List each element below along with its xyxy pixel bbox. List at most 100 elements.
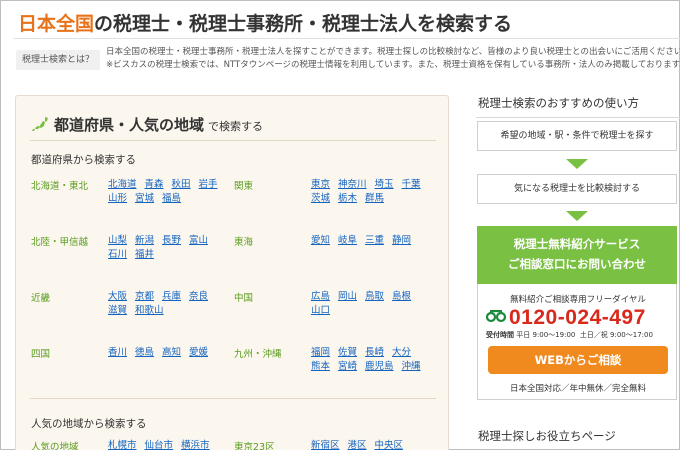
page-title: 日本全国の税理士・税理士事務所・税理士法人を検索する xyxy=(18,9,512,36)
prefecture-link[interactable]: 兵庫 xyxy=(162,291,181,302)
title-accent: 日本全国 xyxy=(18,13,95,35)
popular-right-name: 東京23区 xyxy=(234,442,275,450)
prefecture-link[interactable]: 神奈川 xyxy=(338,179,367,190)
search-box-title: 都道府県・人気の地域 で検索する xyxy=(32,114,263,135)
region-name[interactable]: 北陸・甲信越 xyxy=(31,234,88,248)
prefecture-link[interactable]: 沖縄 xyxy=(402,361,421,372)
free-dial-label: 無料紹介ご相談専用フリーダイヤル xyxy=(510,295,646,305)
area-link[interactable]: 仙台市 xyxy=(145,440,174,450)
region-name[interactable]: 北海道・東北 xyxy=(31,178,88,192)
prefecture-link[interactable]: 東京 xyxy=(311,179,330,190)
area-link[interactable]: 新宿区 xyxy=(311,440,340,450)
region-name[interactable]: 関東 xyxy=(234,178,253,192)
area-link[interactable]: 横浜市 xyxy=(181,440,210,450)
prefecture-link[interactable]: 千葉 xyxy=(402,179,421,190)
prefecture-link[interactable]: 三重 xyxy=(365,235,384,246)
prefecture-link[interactable]: 埼玉 xyxy=(375,179,394,190)
phone-number[interactable]: 0120-024-497 xyxy=(509,306,646,329)
prefecture-link[interactable]: 山口 xyxy=(311,305,330,316)
phone-row[interactable]: 0120-024-497 xyxy=(486,306,646,330)
pref-link-group: 愛知 岐阜 三重 静岡 xyxy=(311,234,441,248)
prefecture-link[interactable]: 香川 xyxy=(108,347,127,358)
prefecture-link[interactable]: 山形 xyxy=(108,193,127,204)
prefecture-link[interactable]: 岡山 xyxy=(338,291,357,302)
free-dial-icon xyxy=(486,310,506,323)
prefecture-link[interactable]: 愛媛 xyxy=(189,347,208,358)
region-name[interactable]: 四国 xyxy=(31,346,50,360)
prefecture-link[interactable]: 新潟 xyxy=(135,235,154,246)
free-referral-service-banner[interactable]: 税理士無料紹介サービス ご相談窓口にお問い合わせ xyxy=(477,226,677,284)
region-name[interactable]: 九州・沖縄 xyxy=(234,346,282,360)
region-search-box: 都道府県・人気の地域 で検索する 都道府県から検索する 北海道・東北 北海道 青森 秋田… xyxy=(15,95,449,450)
hours-weekday: 平日 9:00〜19:00 xyxy=(516,331,576,339)
arrow-down-icon xyxy=(566,211,588,221)
hours-weekend: 土日／祝 9:00〜17:00 xyxy=(579,331,653,339)
prefecture-link[interactable]: 愛知 xyxy=(311,235,330,246)
area-link[interactable]: 札幌市 xyxy=(108,440,137,450)
service-line-1: 税理士無料紹介サービス xyxy=(513,237,641,251)
prefecture-link[interactable]: 福井 xyxy=(135,249,154,260)
region-row: 北陸・甲信越 山梨 新潟 長野 富山石川 福井 東海 愛知 岐阜 三重 静岡 xyxy=(16,234,450,264)
prefecture-link[interactable]: 大阪 xyxy=(108,291,127,302)
prefecture-link[interactable]: 山梨 xyxy=(108,235,127,246)
prefecture-link[interactable]: 富山 xyxy=(189,235,208,246)
popular-search-heading: 人気の地域から検索する xyxy=(31,418,147,430)
area-link[interactable]: 中央区 xyxy=(375,440,404,450)
prefecture-link[interactable]: 青森 xyxy=(145,179,164,190)
area-link[interactable]: 港区 xyxy=(348,440,367,450)
support-info: 日本全国対応／年中無休／完全無料 xyxy=(509,384,646,394)
prefecture-link[interactable]: 徳島 xyxy=(135,347,154,358)
prefecture-link[interactable]: 広島 xyxy=(311,291,330,302)
prefecture-link[interactable]: 茨城 xyxy=(311,193,330,204)
search-title-main: 都道府県・人気の地域 xyxy=(54,116,205,134)
pref-link-group: 北海道 青森 秋田 岩手山形 宮城 福島 xyxy=(108,178,233,206)
prefecture-link[interactable]: 京都 xyxy=(135,291,154,302)
popular-right-links: 新宿区 港区 中央区 xyxy=(311,439,441,450)
prefecture-link[interactable]: 栃木 xyxy=(338,193,357,204)
prefecture-link[interactable]: 宮崎 xyxy=(338,361,357,372)
prefecture-link[interactable]: 群馬 xyxy=(365,193,384,204)
prefecture-link[interactable]: 石川 xyxy=(108,249,127,260)
arrow-down-icon xyxy=(566,159,588,169)
prefecture-link[interactable]: 秋田 xyxy=(172,179,191,190)
prefecture-link[interactable]: 熊本 xyxy=(311,361,330,372)
prefecture-link[interactable]: 鹿児島 xyxy=(365,361,394,372)
prefecture-link[interactable]: 福岡 xyxy=(311,347,330,358)
step-compare-tax-accountant: 気になる税理士を比較検討する xyxy=(477,174,677,204)
prefecture-link[interactable]: 佐賀 xyxy=(338,347,357,358)
web-consult-button[interactable]: WEBからご相談 xyxy=(488,346,668,374)
region-row: 近畿 大阪 京都 兵庫 奈良滋賀 和歌山 中国 広島 岡山 鳥取 島根山口 xyxy=(16,290,450,320)
prefecture-link[interactable]: 福島 xyxy=(162,193,181,204)
prefecture-link[interactable]: 北海道 xyxy=(108,179,137,190)
prefecture-link[interactable]: 滋賀 xyxy=(108,305,127,316)
prefecture-link[interactable]: 岩手 xyxy=(199,179,218,190)
pref-search-heading: 都道府県から検索する xyxy=(31,154,136,166)
intro-line-2: ※ビスカスの税理士検索では、NTTタウンページの税理士情報を利用しています。また… xyxy=(106,60,680,70)
hours-label: 受付時間 xyxy=(486,331,514,339)
prefecture-link[interactable]: 高知 xyxy=(162,347,181,358)
popular-left-links: 札幌市 仙台市 横浜市 xyxy=(108,439,238,450)
prefecture-link[interactable]: 大分 xyxy=(392,347,411,358)
intro-text: 日本全国の税理士・税理士事務所・税理士法人を探すことができます。税理士探しの比較… xyxy=(106,46,680,72)
region-name[interactable]: 中国 xyxy=(234,290,253,304)
search-title-divider xyxy=(30,140,436,141)
prefecture-link[interactable]: 島根 xyxy=(392,291,411,302)
region-name[interactable]: 近畿 xyxy=(31,290,50,304)
japan-map-icon xyxy=(32,117,48,131)
business-hours: 受付時間 平日 9:00〜19:00 土日／祝 9:00〜17:00 xyxy=(486,330,653,340)
region-row: 四国 香川 徳島 高知 愛媛 九州・沖縄 福岡 佐賀 長崎 大分熊本 宮崎 鹿児島 沖縄 xyxy=(16,346,450,376)
prefecture-link[interactable]: 長野 xyxy=(162,235,181,246)
prefecture-link[interactable]: 長崎 xyxy=(365,347,384,358)
howto-divider xyxy=(476,117,680,118)
pref-link-group: 山梨 新潟 長野 富山石川 福井 xyxy=(108,234,233,262)
prefecture-link[interactable]: 宮城 xyxy=(135,193,154,204)
prefecture-link[interactable]: 和歌山 xyxy=(135,305,164,316)
pref-link-group: 福岡 佐賀 長崎 大分熊本 宮崎 鹿児島 沖縄 xyxy=(311,346,441,374)
prefecture-link[interactable]: 岐阜 xyxy=(338,235,357,246)
prefecture-link[interactable]: 鳥取 xyxy=(365,291,384,302)
prefecture-link[interactable]: 静岡 xyxy=(392,235,411,246)
region-name[interactable]: 東海 xyxy=(234,234,253,248)
prefecture-link[interactable]: 奈良 xyxy=(189,291,208,302)
popular-left-name: 人気の地域 xyxy=(31,442,79,450)
pref-link-group: 広島 岡山 鳥取 島根山口 xyxy=(311,290,441,318)
